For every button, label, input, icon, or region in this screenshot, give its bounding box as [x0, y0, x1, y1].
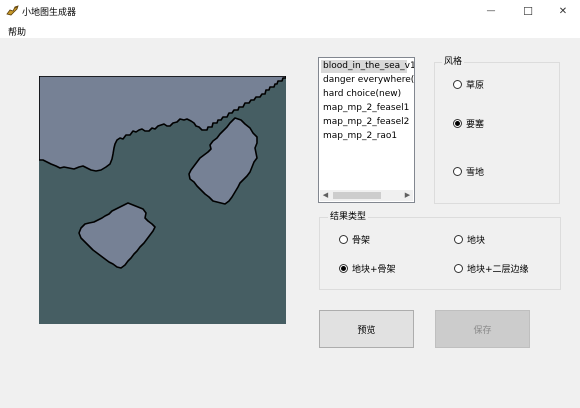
- radio-label: 骨架: [352, 236, 371, 246]
- radio-label: 要塞: [466, 120, 485, 130]
- list-item[interactable]: map_mp_2_rao1: [321, 130, 414, 143]
- horizontal-scrollbar[interactable]: ◀ ▶: [320, 190, 413, 201]
- scroll-right-icon[interactable]: ▶: [402, 190, 413, 201]
- list-item[interactable]: map_mp_2_feasel2: [321, 116, 414, 129]
- result-type-group-label: 结果类型: [328, 212, 369, 222]
- minimize-button[interactable]: —: [474, 0, 508, 22]
- preview-button-label: 预览: [357, 325, 376, 336]
- list-item[interactable]: blood_in_the_sea_v1: [321, 60, 414, 73]
- radio-label: 草原: [466, 81, 485, 91]
- menu-help[interactable]: 帮助: [8, 25, 26, 38]
- list-item[interactable]: danger everywhere(new): [321, 74, 414, 87]
- minimize-icon: —: [486, 6, 496, 16]
- radio-fortress[interactable]: 要塞: [453, 117, 484, 130]
- save-button-label: 保存: [473, 325, 492, 336]
- scroll-left-icon[interactable]: ◀: [320, 190, 331, 201]
- close-button[interactable]: ✕: [546, 0, 580, 22]
- map-list[interactable]: blood_in_the_sea_v1 danger everywhere(ne…: [318, 57, 415, 203]
- preview-button[interactable]: 预览: [319, 310, 414, 348]
- radio-circle: [339, 235, 348, 244]
- radio-selected-dot: [455, 121, 460, 126]
- radio-tiles-skeleton[interactable]: 地块+骨架: [339, 262, 396, 275]
- title-bar: 小地图生成器 — ☐ ✕: [0, 0, 580, 22]
- radio-snowfield[interactable]: 雪地: [453, 165, 484, 178]
- radio-circle: [453, 119, 462, 128]
- radio-tiles[interactable]: 地块: [454, 233, 485, 246]
- radio-tiles-second-edge[interactable]: 地块+二层边缘: [454, 262, 529, 275]
- radio-label: 地块: [467, 236, 486, 246]
- maximize-button[interactable]: ☐: [511, 0, 545, 22]
- style-group-label: 风格: [442, 57, 465, 67]
- radio-circle: [453, 80, 462, 89]
- radio-label: 雪地: [466, 168, 485, 178]
- radio-circle: [454, 235, 463, 244]
- dragon-icon: [6, 5, 19, 16]
- radio-label: 地块+骨架: [352, 265, 396, 275]
- radio-circle: [453, 167, 462, 176]
- save-button[interactable]: 保存: [435, 310, 530, 348]
- map-preview: [39, 76, 286, 324]
- list-item[interactable]: map_mp_2_feasel1: [321, 102, 414, 115]
- window-title: 小地图生成器: [22, 8, 77, 18]
- radio-grassland[interactable]: 草原: [453, 78, 484, 91]
- radio-selected-dot: [341, 266, 346, 271]
- radio-circle: [454, 264, 463, 273]
- list-item[interactable]: hard choice(new): [321, 88, 414, 101]
- result-type-group: [319, 217, 561, 290]
- maximize-icon: ☐: [523, 4, 533, 18]
- menu-bar: 帮助: [0, 22, 580, 38]
- close-icon: ✕: [558, 5, 568, 17]
- radio-skeleton[interactable]: 骨架: [339, 233, 370, 246]
- scrollbar-thumb[interactable]: [333, 192, 381, 199]
- radio-label: 地块+二层边缘: [467, 265, 529, 275]
- radio-circle: [339, 264, 348, 273]
